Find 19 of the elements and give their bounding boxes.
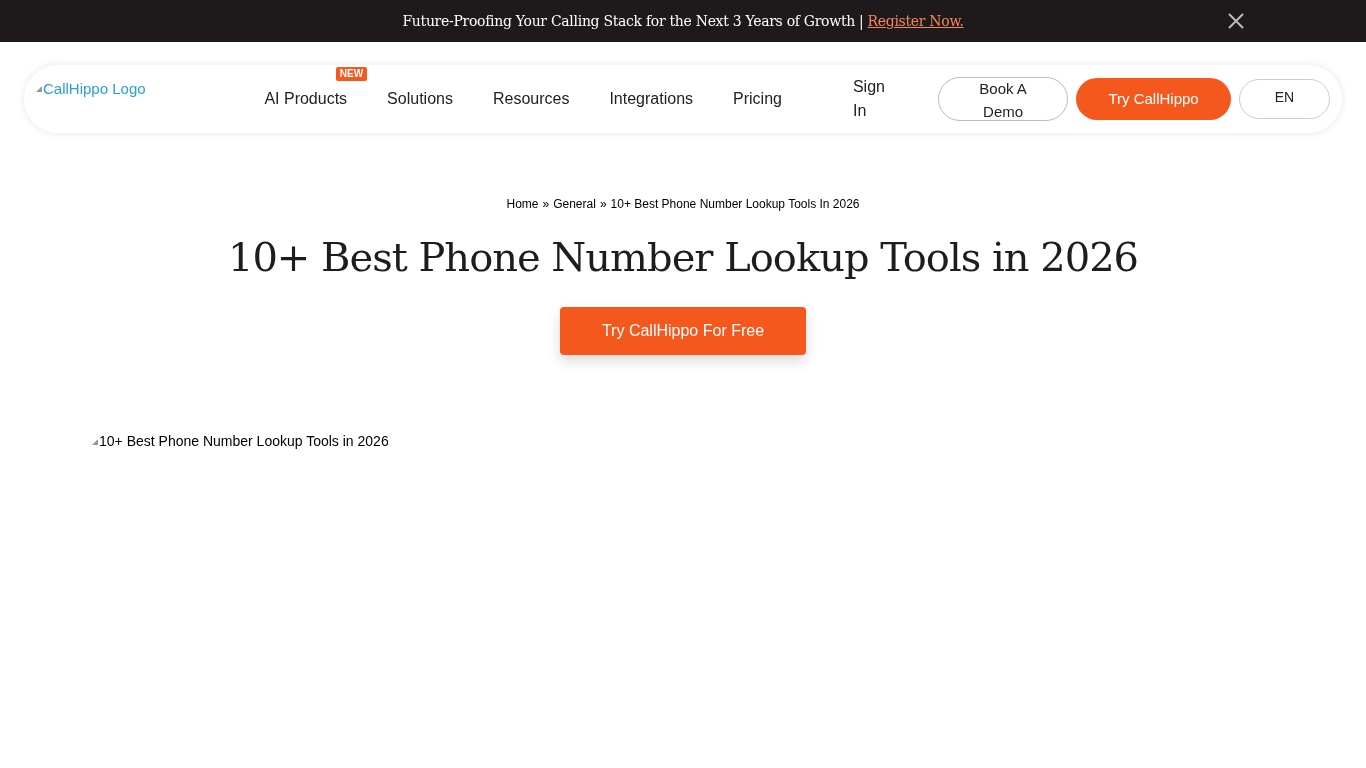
nav-link[interactable]: Integrations [609, 90, 694, 107]
announcement-text: Future-Proofing Your Calling Stack for the Next 3 Years of Growth | [402, 11, 864, 32]
breadcrumb-link[interactable]: Home [506, 195, 539, 213]
nav-link[interactable]: Pricing [733, 90, 782, 107]
close-icon[interactable] [1228, 13, 1244, 29]
broken-image-icon [36, 86, 42, 93]
nav-link[interactable]: Solutions [387, 90, 453, 107]
breadcrumb-separator: » [542, 196, 550, 213]
breadcrumb-link[interactable]: General [553, 195, 596, 213]
sign-in-link[interactable]: Sign In [852, 75, 902, 123]
page-title: 10+ Best Phone Number Lookup Tools in 2026 [226, 233, 1140, 282]
new-badge: NEW [335, 67, 368, 81]
image-alt-text: 10+ Best Phone Number Lookup Tools in 2026 [92, 431, 1366, 452]
breadcrumb-current: 10+ Best Phone Number Lookup Tools In 2026 [610, 196, 860, 213]
breadcrumb-separator: » [599, 196, 607, 213]
nav-link[interactable]: AI Products [264, 90, 348, 107]
nav-link[interactable]: Resources [492, 90, 570, 107]
register-link[interactable]: Register Now. [867, 10, 964, 32]
broken-image-icon [92, 438, 98, 445]
